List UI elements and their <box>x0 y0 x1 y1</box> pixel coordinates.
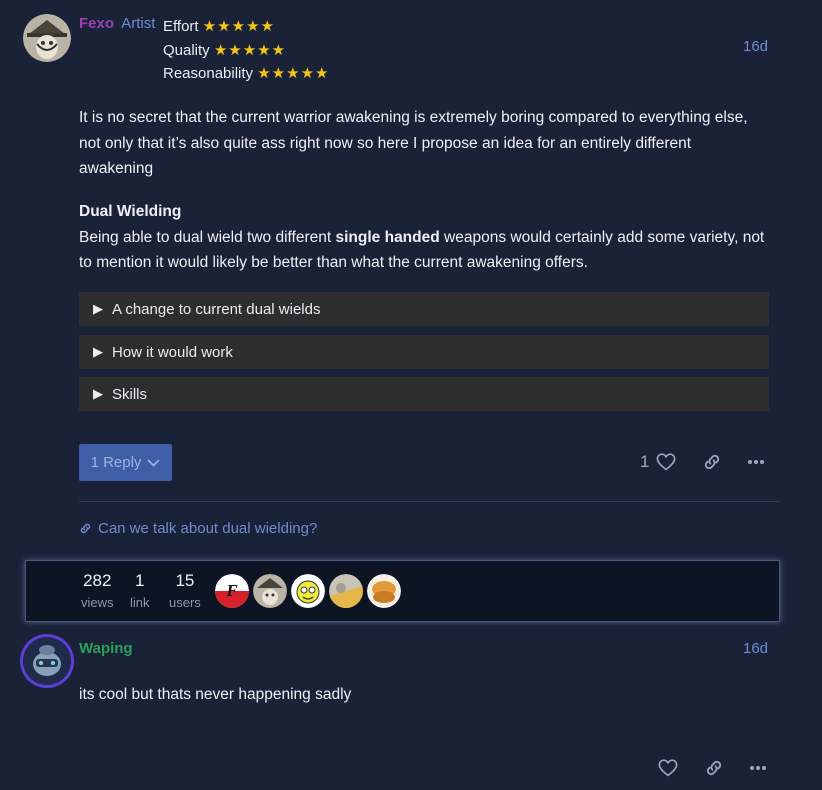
rating-row: Effort ★★★★★ <box>163 15 329 39</box>
star-rating-icon: ★★★★★ <box>257 65 330 82</box>
ellipsis-icon <box>748 460 765 464</box>
expand-triangle-icon: ▶ <box>93 301 103 316</box>
replies-button[interactable]: 1 Reply <box>79 444 172 481</box>
more-options-button[interactable] <box>749 765 767 771</box>
avatar-fexo-image <box>23 14 71 62</box>
post-date[interactable]: 16d <box>743 38 768 55</box>
details-label: How it would work <box>112 343 233 361</box>
more-options-button[interactable] <box>747 459 765 465</box>
expand-triangle-icon: ▶ <box>93 344 103 359</box>
post-body-section: Dual Wielding Being able to dual wield t… <box>79 199 769 276</box>
paragraph-text: Being able to dual wield two different <box>79 228 336 246</box>
username-fexo[interactable]: Fexo <box>79 15 114 32</box>
copy-link-button[interactable] <box>702 452 722 472</box>
topic-stats-bar: 282 views 1 link 15 users F <box>25 560 780 622</box>
avatar-image <box>329 574 363 608</box>
stat-label: users <box>169 595 201 610</box>
stat-number: 282 <box>83 571 112 590</box>
stat-links[interactable]: 1 link <box>130 571 150 610</box>
details-toggle[interactable]: ▶ Skills <box>79 377 769 411</box>
avatar-image <box>291 574 325 608</box>
post-body: It is no secret that the current warrior… <box>79 105 769 182</box>
expand-triangle-icon: ▶ <box>93 386 103 401</box>
stat-label: link <box>130 595 150 610</box>
replies-label: 1 Reply <box>90 454 142 471</box>
participant-avatar[interactable] <box>253 574 287 608</box>
linked-topic-title: Can we talk about dual wielding? <box>98 520 318 537</box>
stat-label: views <box>81 595 114 610</box>
rating-label: Reasonability <box>163 65 254 82</box>
bold-text: single handed <box>335 228 440 246</box>
heart-icon <box>657 453 676 471</box>
details-label: Skills <box>112 385 148 403</box>
link-icon <box>706 760 722 776</box>
stat-users[interactable]: 15 users <box>169 571 201 610</box>
participant-avatar[interactable] <box>329 574 363 608</box>
rating-row: Reasonability ★★★★★ <box>163 62 329 86</box>
avatar-waping-image <box>23 637 71 685</box>
like-count: 1 <box>640 452 650 471</box>
stat-views: 282 views <box>81 571 114 610</box>
star-rating-icon: ★★★★★ <box>202 18 275 35</box>
ellipsis-icon <box>750 766 766 770</box>
avatar-waping[interactable] <box>23 637 71 685</box>
post-header: Fexo Artist <box>79 15 155 32</box>
star-rating-icon: ★★★★★ <box>213 41 287 59</box>
linked-topic[interactable]: Can we talk about dual wielding? <box>79 520 317 537</box>
details-toggle[interactable]: ▶ A change to current dual wields <box>79 292 769 326</box>
rating-row: Quality ★★★★★ <box>163 39 329 63</box>
avatar-fexo[interactable] <box>23 14 71 62</box>
stat-number: 15 <box>175 571 195 590</box>
heart-icon <box>658 759 678 777</box>
rating-label: Effort <box>163 18 199 35</box>
avatar-image <box>367 574 401 608</box>
details-toggle[interactable]: ▶ How it would work <box>79 335 769 369</box>
participant-avatar[interactable]: F <box>215 574 249 608</box>
post-header: Waping <box>79 640 133 657</box>
avatar-image: F <box>215 574 249 608</box>
paragraph: It is no secret that the current warrior… <box>79 109 748 177</box>
post-date[interactable]: 16d <box>743 640 768 657</box>
section-heading: Dual Wielding <box>79 203 182 220</box>
username-waping[interactable]: Waping <box>79 640 133 657</box>
like-button[interactable]: 1 <box>640 452 676 472</box>
post-actions: 1 <box>640 452 765 472</box>
paragraph: Being able to dual wield two different s… <box>79 225 769 276</box>
participant-avatar[interactable] <box>291 574 325 608</box>
details-label: A change to current dual wields <box>112 300 321 318</box>
participant-avatar[interactable] <box>367 574 401 608</box>
link-icon <box>705 454 720 470</box>
link-icon <box>80 523 91 534</box>
stat-number: 1 <box>135 571 145 590</box>
like-button[interactable] <box>658 759 678 777</box>
copy-link-button[interactable] <box>704 758 724 778</box>
post-body: its cool but thats never happening sadly <box>79 682 769 708</box>
avatar-image <box>253 574 287 608</box>
ratings-block: Effort ★★★★★ Quality ★★★★★ Reasonability… <box>163 15 329 86</box>
rating-label: Quality <box>163 41 210 59</box>
chevron-down-icon <box>147 458 160 467</box>
divider <box>79 501 780 502</box>
post-actions <box>658 758 767 778</box>
user-title: Artist <box>121 15 156 32</box>
paragraph: its cool but thats never happening sadly <box>79 686 352 703</box>
svg-text:F: F <box>225 581 238 600</box>
